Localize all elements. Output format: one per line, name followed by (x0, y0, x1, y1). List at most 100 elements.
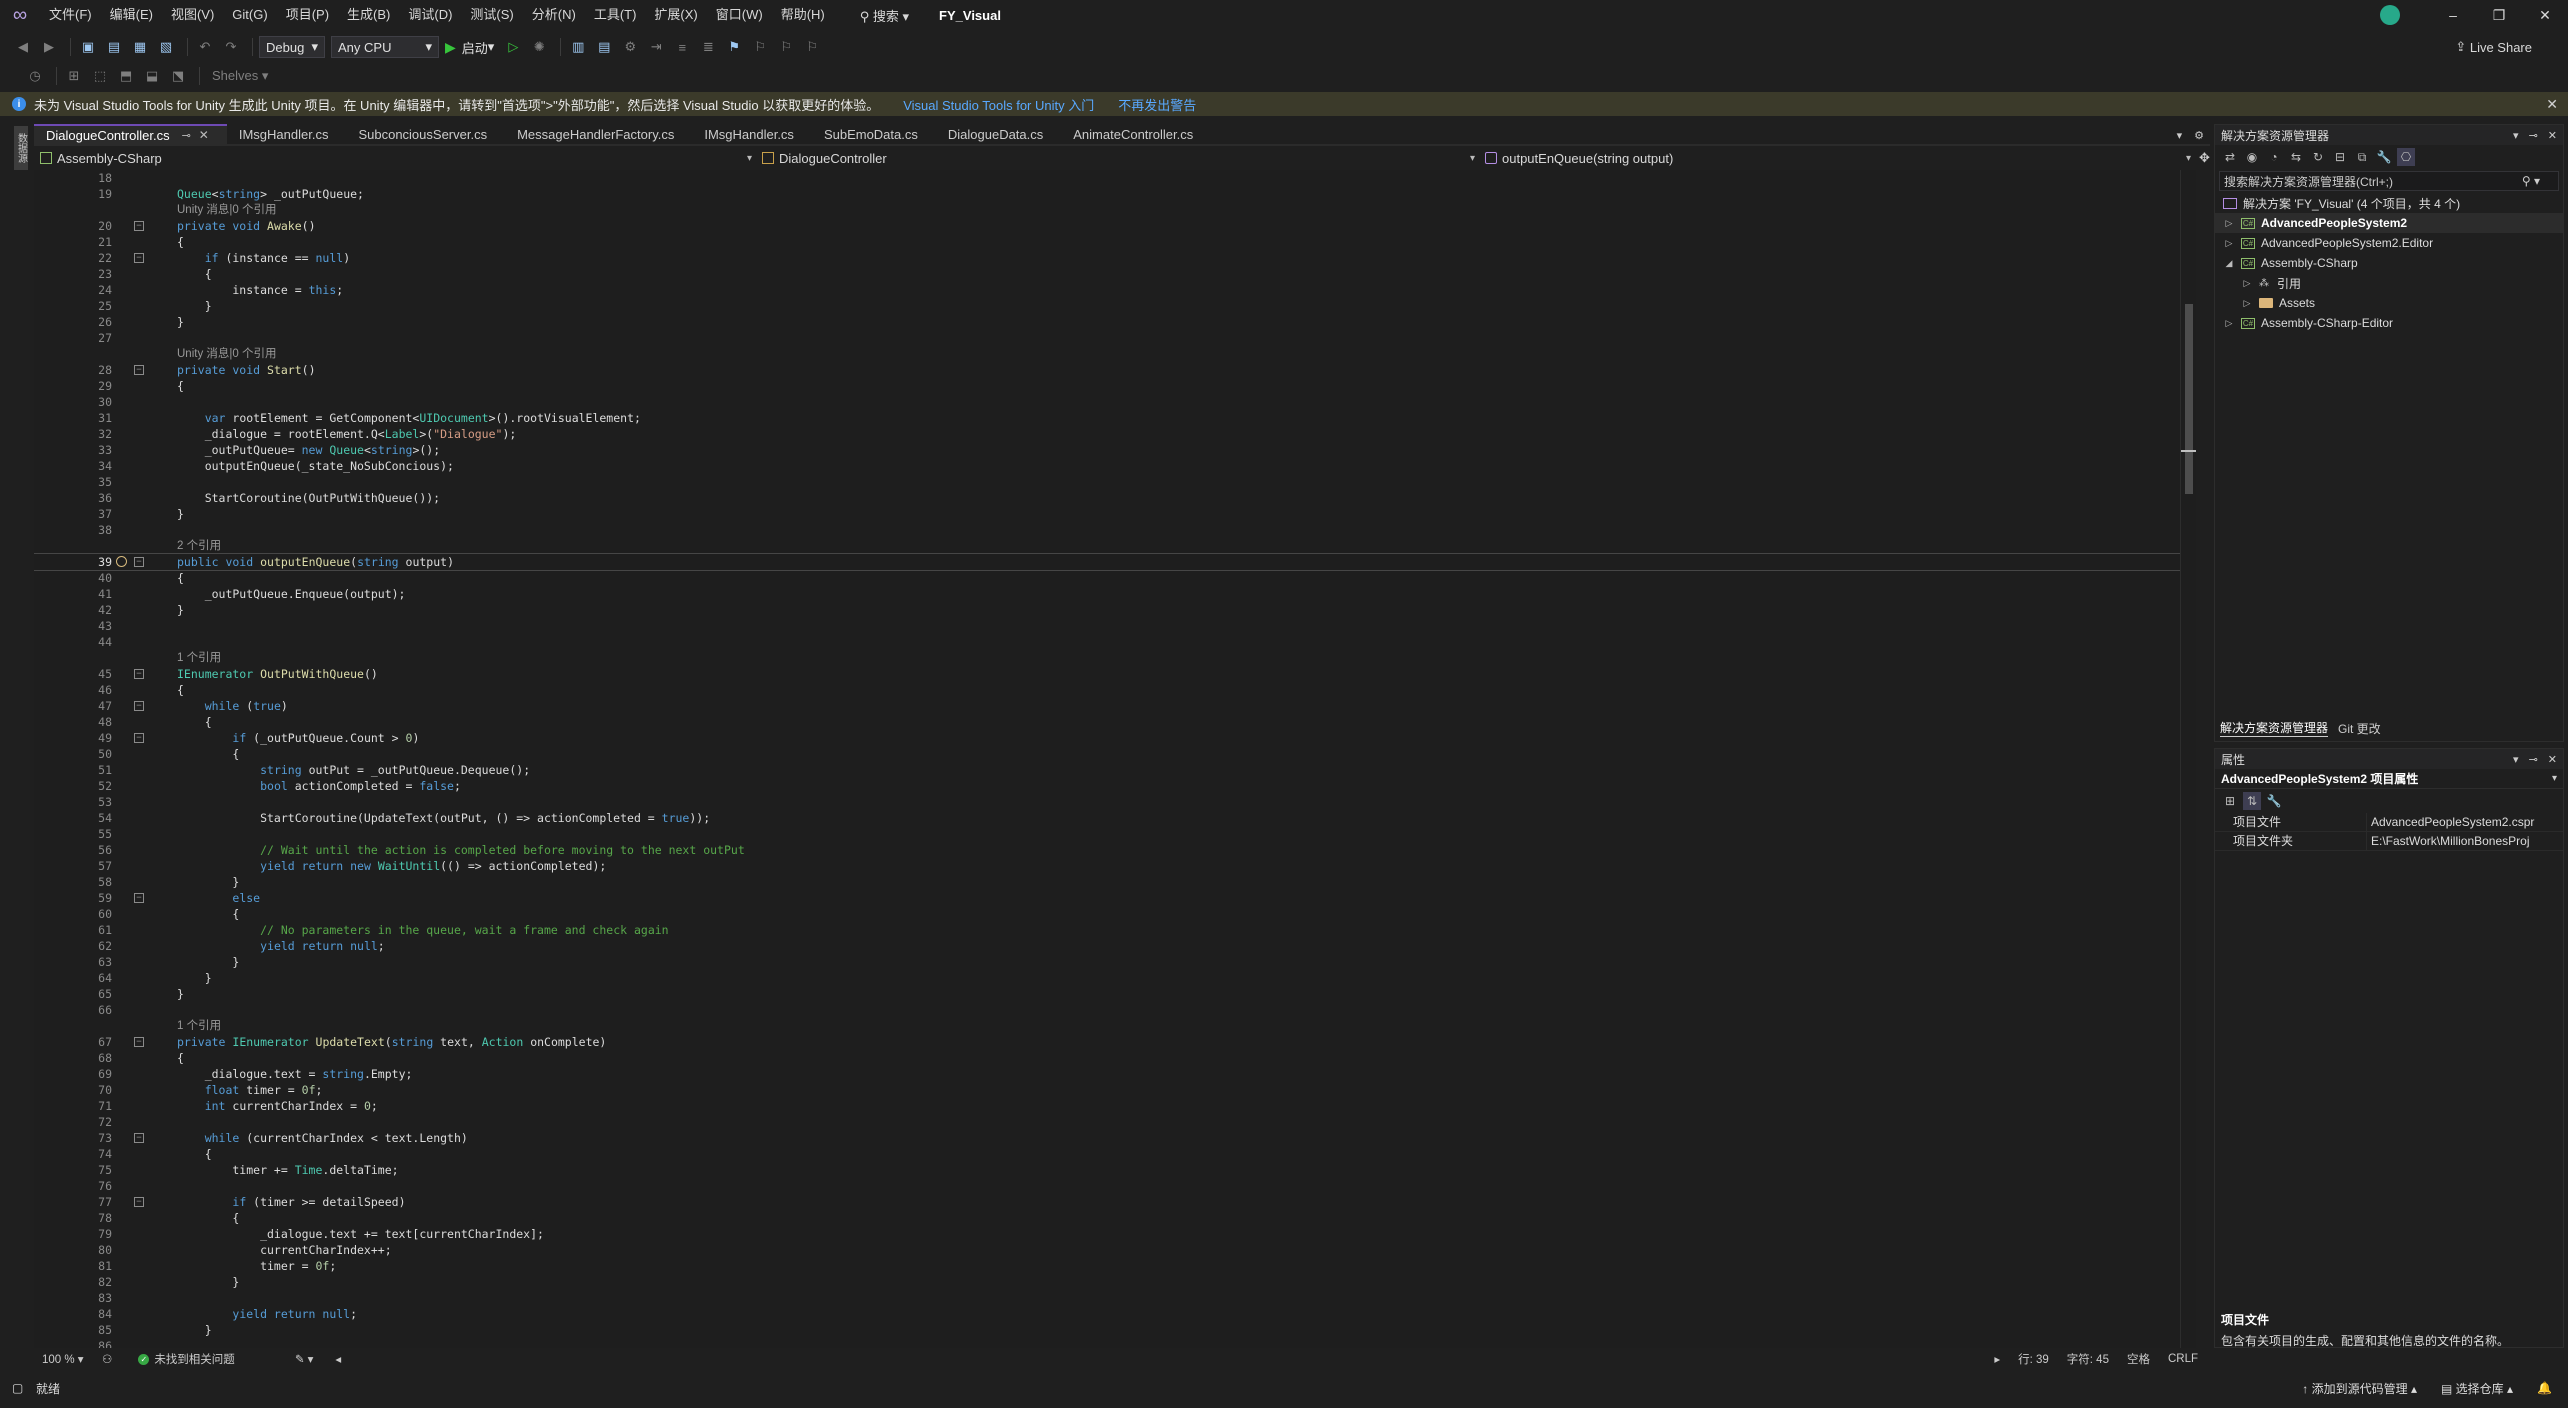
fold-toggle-icon[interactable]: − (134, 557, 144, 567)
code-line[interactable]: 30 (34, 394, 2196, 410)
expand-arrow-icon[interactable]: ▷ (2223, 238, 2235, 249)
code-line[interactable]: 36 StartCoroutine(OutPutWithQueue()); (34, 490, 2196, 506)
code-line[interactable]: 54 StartCoroutine(UpdateText(outPut, () … (34, 810, 2196, 826)
code-line[interactable]: 33 _outPutQueue= new Queue<string>(); (34, 442, 2196, 458)
copilot-icon[interactable]: ⚇ (102, 1352, 112, 1366)
history-icon[interactable]: ◷ (24, 65, 46, 87)
menu-extensions[interactable]: 扩展(X) (645, 0, 706, 30)
codelens-text[interactable]: Unity 消息|0 个引用 (177, 202, 276, 218)
project-dropdown[interactable]: Assembly-CSharp ▾ (34, 148, 756, 168)
start-without-debugging-icon[interactable]: ▷ (502, 36, 524, 58)
code-line[interactable]: 45 − IEnumerator OutPutWithQueue() (34, 666, 2196, 682)
home-icon[interactable]: ◉ (2243, 148, 2261, 166)
shelves-button[interactable]: Shelves ▾ (212, 68, 268, 84)
tree-item-advancedpeoplesystem2-editor[interactable]: ▷ C# AdvancedPeopleSystem2.Editor (2215, 233, 2563, 253)
code-line[interactable]: 28 − private void Start() (34, 362, 2196, 378)
code-line[interactable]: 29 { (34, 378, 2196, 394)
code-line[interactable]: 21 { (34, 234, 2196, 250)
code-line[interactable]: 43 (34, 618, 2196, 634)
merge-icon[interactable]: ⬔ (167, 65, 189, 87)
code-line[interactable]: 55 (34, 826, 2196, 842)
select-repository-button[interactable]: ▤ 选择仓库 ▴ (2441, 1380, 2513, 1397)
menu-git[interactable]: Git(G) (223, 0, 276, 30)
solution-explorer-icon[interactable]: ▥ (567, 36, 589, 58)
code-line[interactable]: 67 − private IEnumerator UpdateText(string… (34, 1034, 2196, 1050)
code-line[interactable]: 86 (34, 1338, 2196, 1348)
notification-icon[interactable]: ▢ (12, 1381, 23, 1395)
code-line[interactable]: 25 } (34, 298, 2196, 314)
split-editor-icon[interactable]: ✥ (2199, 150, 2210, 166)
menu-view[interactable]: 视图(V) (162, 0, 223, 30)
scrollbar-thumb[interactable] (2185, 304, 2193, 494)
scroll-right-icon[interactable]: ▸ (1994, 1352, 2000, 1366)
solution-node[interactable]: 解决方案 'FY_Visual' (4 个项目，共 4 个) (2215, 193, 2563, 213)
menu-test[interactable]: 测试(S) (461, 0, 522, 30)
code-line[interactable]: 74 { (34, 1146, 2196, 1162)
save-all-icon[interactable]: ▧ (155, 36, 177, 58)
code-line[interactable]: 52 bool actionCompleted = false; (34, 778, 2196, 794)
code-line[interactable]: 34 outputEnQueue(_state_NoSubConcious); (34, 458, 2196, 474)
dont-warn-again-link[interactable]: 不再发出警告 (1118, 95, 1196, 114)
fold-toggle-icon[interactable]: − (134, 893, 144, 903)
member-dropdown[interactable]: outputEnQueue(string output) ▾ (1479, 148, 2195, 168)
code-cleanup-icon[interactable]: ✎ ▾ (295, 1352, 314, 1366)
live-share-button[interactable]: ⇪ Live Share (2455, 30, 2532, 64)
panel-menu-icon[interactable]: ▾ (2513, 753, 2519, 766)
code-line[interactable]: 76 (34, 1178, 2196, 1194)
code-line[interactable]: 31 var rootElement = GetComponent<UIDocu… (34, 410, 2196, 426)
code-line[interactable]: 69 _dialogue.text = string.Empty; (34, 1066, 2196, 1082)
layout-icon[interactable]: ▤ (593, 36, 615, 58)
code-line[interactable]: 78 { (34, 1210, 2196, 1226)
refresh-icon[interactable]: ↻ (2309, 148, 2327, 166)
codelens-annotation[interactable]: 1 个引用 (34, 650, 2196, 666)
code-line[interactable]: 70 float timer = 0f; (34, 1082, 2196, 1098)
preview-icon[interactable]: ⎔ (2397, 148, 2415, 166)
properties-object-select[interactable]: AdvancedPeopleSystem2 项目属性 ▾ (2215, 769, 2563, 789)
code-line[interactable]: 48 { (34, 714, 2196, 730)
code-line[interactable]: 75 timer += Time.deltaTime; (34, 1162, 2196, 1178)
pin-icon[interactable]: ⊸ (2529, 753, 2538, 766)
code-line[interactable]: 84 yield return null; (34, 1306, 2196, 1322)
solution-search-input[interactable]: 搜索解决方案资源管理器(Ctrl+;) ⚲ ▾ (2219, 171, 2559, 191)
code-line[interactable]: 22 − if (instance == null) (34, 250, 2196, 266)
fold-toggle-icon[interactable]: − (134, 669, 144, 679)
vstu-getting-started-link[interactable]: Visual Studio Tools for Unity 入门 (903, 95, 1094, 114)
code-line[interactable]: 64 } (34, 970, 2196, 986)
code-line[interactable]: 44 (34, 634, 2196, 650)
line-ending-indicator[interactable]: CRLF (2168, 1353, 2198, 1365)
code-line[interactable]: 37} (34, 506, 2196, 522)
comment-icon[interactable]: ≡ (671, 36, 693, 58)
vertical-scrollbar[interactable] (2180, 170, 2196, 1348)
code-line[interactable]: 58 } (34, 874, 2196, 890)
code-line[interactable]: 63 } (34, 954, 2196, 970)
close-icon[interactable]: ✕ (2548, 129, 2557, 142)
tab-subconciousserver[interactable]: SubconciousServer.cs (346, 124, 505, 144)
pending-changes-filter-icon[interactable]: ◔ (2265, 148, 2283, 166)
code-line[interactable]: 83 (34, 1290, 2196, 1306)
code-line[interactable]: 20 − private void Awake() (34, 218, 2196, 234)
tree-item-references[interactable]: ▷ ⁂ 引用 (2215, 273, 2563, 293)
code-line[interactable]: 42} (34, 602, 2196, 618)
redo-icon[interactable]: ↷ (220, 36, 242, 58)
codelens-annotation[interactable]: 2 个引用 (34, 538, 2196, 554)
code-line[interactable]: 65} (34, 986, 2196, 1002)
code-line[interactable]: 41 _outPutQueue.Enqueue(output); (34, 586, 2196, 602)
tab-imsghandler-2[interactable]: IMsgHandler.cs (692, 124, 812, 144)
code-line[interactable]: 61 // No parameters in the queue, wait a… (34, 922, 2196, 938)
code-line[interactable]: 77 − if (timer >= detailSpeed) (34, 1194, 2196, 1210)
codelens-annotation[interactable]: 1 个引用 (34, 1018, 2196, 1034)
add-to-source-control-button[interactable]: ↑ 添加到源代码管理 ▴ (2302, 1380, 2417, 1397)
codelens-text[interactable]: 1 个引用 (177, 1018, 221, 1034)
tab-git-changes[interactable]: Git 更改 (2338, 720, 2381, 737)
fold-toggle-icon[interactable]: − (134, 1197, 144, 1207)
fold-toggle-icon[interactable]: − (134, 221, 144, 231)
code-line[interactable]: 39 − public void outputEnQueue(string outp… (34, 553, 2196, 571)
fold-toggle-icon[interactable]: − (134, 1133, 144, 1143)
alphabetical-icon[interactable]: ⇅ (2243, 792, 2261, 810)
menu-file[interactable]: 文件(F) (40, 0, 101, 30)
tab-imsghandler[interactable]: IMsgHandler.cs (227, 124, 347, 144)
code-line[interactable]: 46 { (34, 682, 2196, 698)
prev-bookmark-icon[interactable]: ⚐ (749, 36, 771, 58)
minimize-button[interactable]: – (2430, 0, 2476, 30)
uncomment-icon[interactable]: ≣ (697, 36, 719, 58)
